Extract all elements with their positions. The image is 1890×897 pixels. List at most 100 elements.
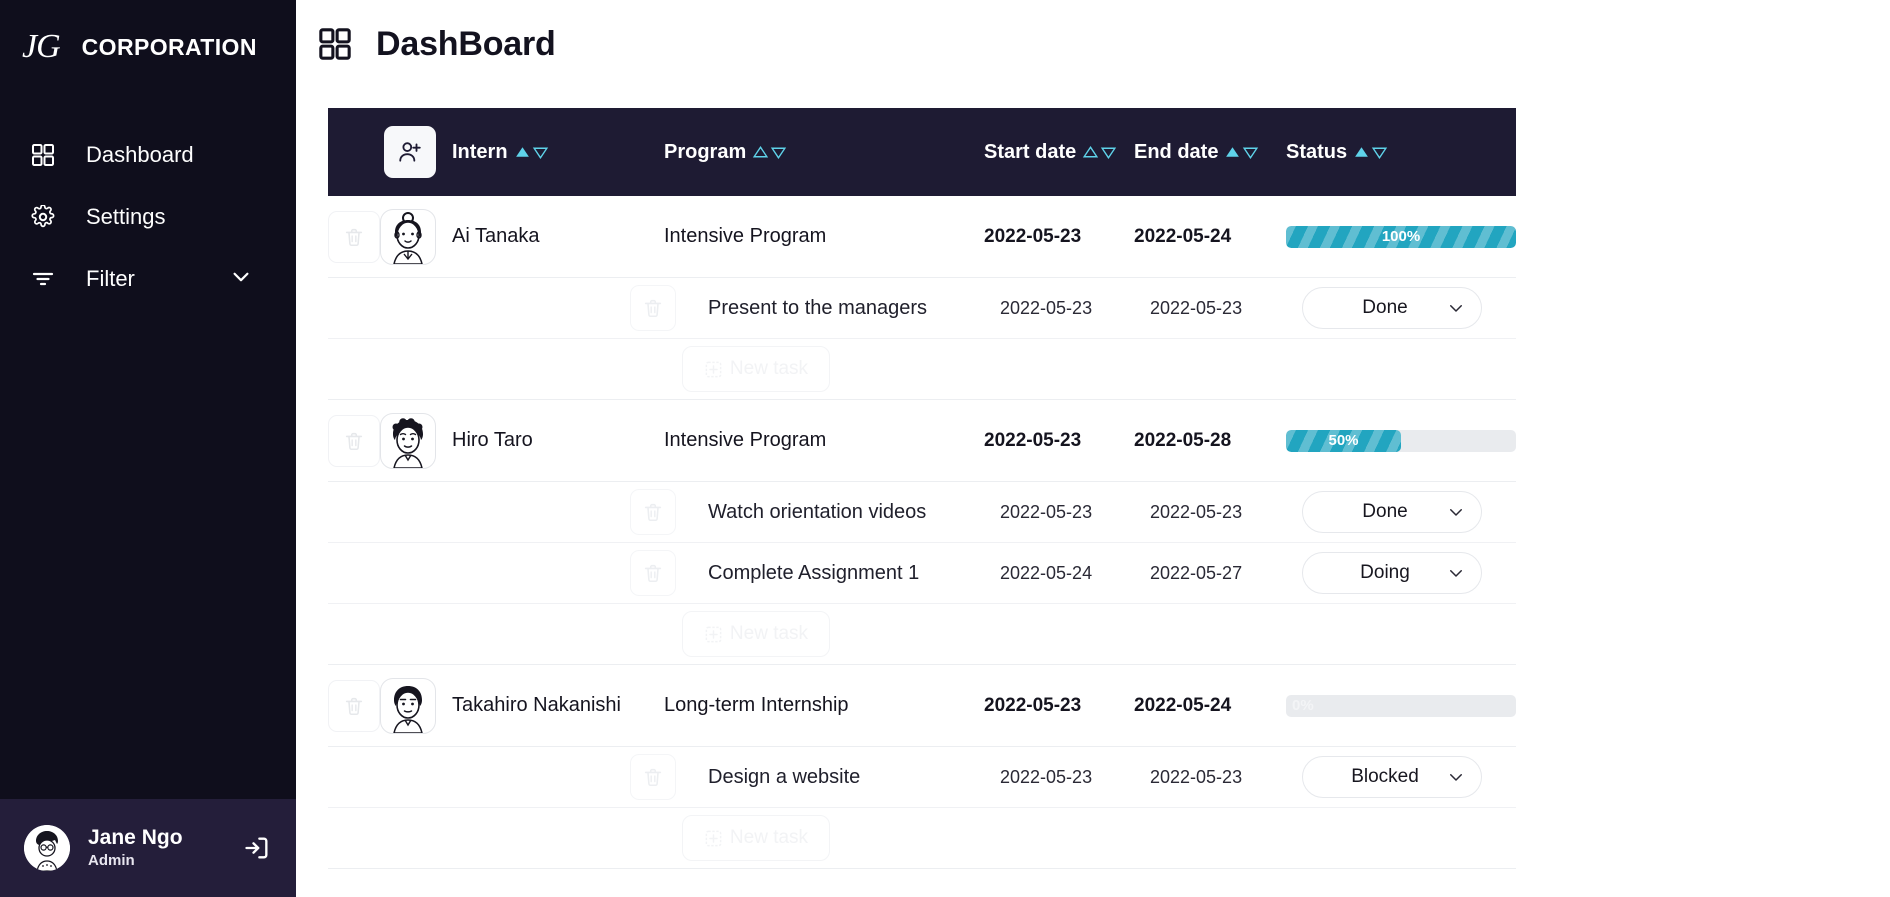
intern-name: Ai Tanaka: [452, 225, 540, 247]
delete-task-button[interactable]: [630, 285, 676, 331]
new-task-button[interactable]: New task: [682, 611, 830, 657]
task-row[interactable]: Present to the managers 2022-05-23 2022-…: [328, 278, 1516, 339]
status-cell: 0%: [1286, 694, 1516, 717]
sort-asc-icon: [1226, 146, 1240, 157]
task-start-date-cell: 2022-05-23: [1000, 502, 1150, 523]
delete-intern-button[interactable]: [328, 414, 380, 467]
task-indent: [328, 489, 680, 535]
sort-controls[interactable]: [1082, 144, 1117, 161]
table-row[interactable]: Takahiro Nakanishi Long-term Internship …: [328, 665, 1516, 747]
sort-controls[interactable]: [1353, 144, 1388, 161]
new-task-row[interactable]: New task: [328, 339, 1516, 400]
program-cell: Long-term Internship: [664, 694, 984, 717]
table-row[interactable]: Hiro Taro Intensive Program 2022-05-23 2…: [328, 400, 1516, 482]
task-end-date-cell: 2022-05-27: [1150, 563, 1302, 584]
main-content: DashBoard Intern Program Start date End …: [296, 0, 1890, 897]
brand: JG CORPORATION: [0, 0, 296, 72]
logout-icon[interactable]: [242, 833, 272, 863]
progress-fill: 50%: [1286, 429, 1401, 452]
new-task-label: New task: [729, 623, 809, 644]
avatar-cell: [380, 208, 452, 265]
intern-name: Hiro Taro: [452, 429, 533, 451]
start-date-cell: 2022-05-23: [984, 695, 1134, 717]
sidebar-nav: Dashboard Settings Filter: [0, 124, 296, 310]
sort-asc-icon: [1083, 145, 1099, 157]
profile-text: Jane Ngo Admin: [88, 825, 224, 871]
sort-desc-icon: [1371, 147, 1388, 159]
page-title: DashBoard: [376, 24, 556, 63]
table-row[interactable]: Ai Tanaka Intensive Program 2022-05-23 2…: [328, 196, 1516, 278]
program-name: Intensive Program: [664, 429, 827, 451]
task-status-select[interactable]: Doing: [1302, 552, 1482, 594]
delete-intern-button[interactable]: [328, 679, 380, 732]
gear-icon: [30, 204, 56, 230]
task-end-date: 2022-05-27: [1150, 562, 1243, 583]
sort-asc-icon: [753, 145, 769, 157]
column-header-intern[interactable]: Intern: [452, 141, 664, 164]
sidebar-item-dashboard[interactable]: Dashboard: [0, 124, 296, 186]
task-name: Watch orientation videos: [708, 500, 927, 523]
column-header-start-date[interactable]: Start date: [984, 141, 1134, 164]
column-label: Status: [1286, 140, 1348, 163]
progress-bar: 50%: [1286, 429, 1516, 452]
sort-controls[interactable]: [514, 144, 549, 161]
task-status-cell: Done: [1302, 491, 1516, 533]
grid-icon: [318, 27, 352, 61]
sidebar-item-settings[interactable]: Settings: [0, 186, 296, 248]
avatar-cell: [380, 677, 452, 734]
new-task-button[interactable]: New task: [682, 346, 830, 392]
new-task-label: New task: [729, 358, 809, 379]
new-task-button[interactable]: New task: [682, 815, 830, 861]
sidebar-item-filter[interactable]: Filter: [0, 248, 296, 310]
filter-icon: [30, 266, 56, 292]
end-date: 2022-05-28: [1134, 429, 1232, 451]
progress-label: 50%: [1328, 432, 1359, 449]
profile-name: Jane Ngo: [88, 826, 183, 850]
delete-task-button[interactable]: [630, 489, 676, 535]
chevron-down-icon: [1450, 774, 1462, 781]
chevron-down-icon[interactable]: [230, 266, 252, 293]
sort-controls[interactable]: [1224, 144, 1259, 161]
task-status-select[interactable]: Done: [1302, 491, 1482, 533]
task-end-date: 2022-05-23: [1150, 297, 1243, 318]
delete-task-button[interactable]: [630, 754, 676, 800]
task-start-date-cell: 2022-05-23: [1000, 767, 1150, 788]
task-row[interactable]: Complete Assignment 1 2022-05-24 2022-05…: [328, 543, 1516, 604]
progress-label: 0%: [1292, 696, 1314, 714]
avatar-cell: [380, 412, 452, 469]
profile-role: Admin: [88, 852, 135, 870]
end-date-cell: 2022-05-24: [1134, 695, 1286, 717]
delete-intern-button[interactable]: [328, 210, 380, 263]
task-row[interactable]: Watch orientation videos 2022-05-23 2022…: [328, 482, 1516, 543]
new-task-row[interactable]: New task: [328, 808, 1516, 869]
brand-name: CORPORATION: [81, 33, 257, 60]
progress-bar: 0%: [1286, 694, 1516, 717]
task-name: Present to the managers: [708, 296, 928, 319]
delete-task-button[interactable]: [630, 550, 676, 596]
plus-icon: [705, 361, 722, 377]
add-user-button[interactable]: [384, 126, 436, 178]
start-date-cell: 2022-05-23: [984, 226, 1134, 248]
column-header-program[interactable]: Program: [664, 141, 984, 164]
task-name-cell: Present to the managers: [680, 297, 1000, 320]
task-status-value: Done: [1362, 297, 1408, 318]
task-end-date-cell: 2022-05-23: [1150, 767, 1302, 788]
sort-desc-icon: [1243, 147, 1259, 159]
new-task-row[interactable]: New task: [328, 604, 1516, 665]
task-status-select[interactable]: Blocked: [1302, 756, 1482, 798]
column-header-end-date[interactable]: End date: [1134, 141, 1286, 164]
sort-desc-icon: [532, 147, 548, 159]
progress-bar: 100%: [1286, 225, 1516, 248]
task-end-date: 2022-05-23: [1150, 766, 1243, 787]
column-header-status[interactable]: Status: [1286, 141, 1516, 164]
brand-logo: JG: [22, 28, 61, 65]
new-task-label: New task: [729, 827, 809, 848]
grid-icon: [30, 142, 56, 168]
user-profile[interactable]: Jane Ngo Admin: [0, 799, 296, 897]
task-status-select[interactable]: Done: [1302, 287, 1482, 329]
task-end-date-cell: 2022-05-23: [1150, 298, 1302, 319]
task-row[interactable]: Design a website 2022-05-23 2022-05-23 B…: [328, 747, 1516, 808]
chevron-down-icon: [1450, 570, 1462, 577]
sort-controls[interactable]: [752, 144, 787, 161]
